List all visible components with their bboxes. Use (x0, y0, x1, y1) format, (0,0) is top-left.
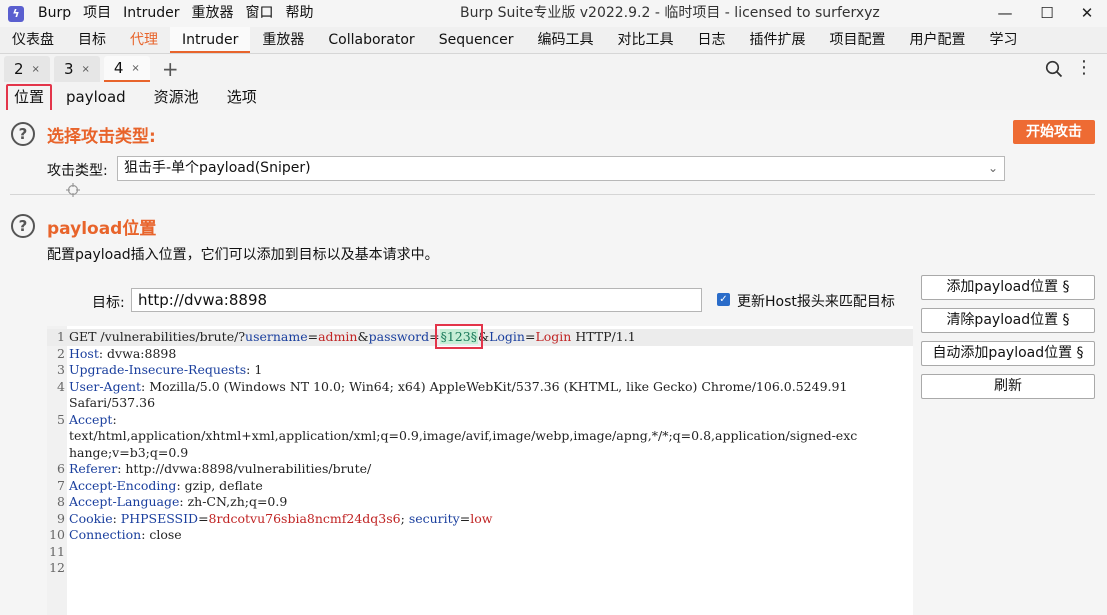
chevron-down-icon: ⌄ (987, 161, 998, 175)
code-line: 5 Accept: (57, 411, 117, 427)
tab-dashboard[interactable]: 仪表盘 (0, 27, 66, 53)
update-host-checkbox[interactable]: ✓ (717, 293, 730, 306)
code-line: 8 Accept-Language: zh-CN,zh;q=0.9 (57, 494, 288, 509)
code-line-wrap: text/html,application/xhtml+xml,applicat… (69, 428, 858, 443)
tab-options[interactable]: 选项 (213, 84, 271, 110)
search-icon[interactable] (1045, 60, 1063, 78)
attack-tab-label: 3 (63, 60, 74, 78)
attack-tab[interactable]: 4 × (103, 56, 150, 82)
code-line: 2 Host: dvwa:8898 (57, 345, 177, 361)
attack-tab-label: 4 (113, 59, 124, 77)
divider (10, 194, 1095, 195)
tab-proxy[interactable]: 代理 (118, 27, 170, 53)
tab-payloads[interactable]: payload (52, 84, 140, 110)
code-line: 4 User-Agent: Mozilla/5.0 (Windows NT 10.… (57, 378, 848, 394)
tab-decoder[interactable]: 编码工具 (526, 27, 606, 53)
intruder-tabs: 位置 payload 资源池 选项 (0, 84, 1107, 112)
update-host-label: 更新Host报头来匹配目标 (737, 294, 895, 310)
request-editor[interactable]: 1 GET /vulnerabilities/brute/?username=ad… (47, 324, 913, 615)
tab-learn[interactable]: 学习 (978, 27, 1030, 53)
auto-payload-positions-button[interactable]: 自动添加payload位置 § (921, 341, 1095, 366)
close-tab-icon[interactable]: × (131, 63, 139, 74)
code-line-wrap: hange;v=b3;q=0.9 (69, 444, 189, 460)
positions-panel: ? 选择攻击类型: 开始攻击 攻击类型: 狙击手-单个payload(Snipe… (0, 110, 1107, 615)
help-icon[interactable]: ? (11, 214, 35, 238)
refresh-button[interactable]: 刷新 (921, 374, 1095, 399)
add-payload-position-button[interactable]: 添加payload位置 § (921, 275, 1095, 300)
clear-payload-positions-button[interactable]: 清除payload位置 § (921, 308, 1095, 333)
close-window-button[interactable]: ✕ (1067, 0, 1107, 27)
close-tab-icon[interactable]: × (32, 64, 40, 75)
help-icon[interactable]: ? (11, 122, 35, 146)
tab-intruder[interactable]: Intruder (170, 27, 251, 53)
code-line: 3 Upgrade-Insecure-Requests: 1 (57, 362, 263, 377)
menu-intruder[interactable]: Intruder (117, 0, 185, 27)
code-line: 9 Cookie: PHPSESSID=8rdcotvu76sbia8ncmf24… (57, 510, 493, 526)
attack-type-title: 选择攻击类型: (47, 127, 156, 147)
code-line: 10 Connection: close (49, 527, 182, 542)
code-line: 6 Referer: http://dvwa:8898/vulnerabiliti… (57, 461, 372, 476)
tab-positions[interactable]: 位置 (6, 84, 53, 112)
attack-type-select[interactable]: 狙击手-单个payload(Sniper) ⌄ (117, 156, 1005, 181)
menu-repeater[interactable]: 重放器 (186, 0, 240, 27)
payload-positions-title: payload位置 (47, 219, 157, 239)
code-line: 11 (49, 543, 65, 559)
tab-collaborator[interactable]: Collaborator (316, 27, 426, 53)
code-line: 12 (49, 560, 65, 575)
tab-logger[interactable]: 日志 (686, 27, 738, 53)
payload-marker[interactable]: §123§ (434, 324, 484, 349)
code-line: 1 GET /vulnerabilities/brute/?username=ad… (47, 324, 913, 349)
tab-resource-pool[interactable]: 资源池 (140, 84, 213, 110)
target-input[interactable]: http://dvwa:8898 (131, 288, 702, 312)
new-tab-icon[interactable]: + (162, 57, 179, 81)
tab-repeater[interactable]: 重放器 (250, 27, 316, 53)
attack-tab-label: 2 (14, 60, 24, 78)
maximize-button[interactable]: ☐ (1027, 0, 1067, 27)
tab-sequencer[interactable]: Sequencer (427, 27, 526, 53)
title-bar: ϟ Burp 项目 Intruder 重放器 窗口 帮助 Burp Suite专… (0, 0, 1107, 27)
window-title: Burp Suite专业版 v2022.9.2 - 临时项目 - license… (460, 5, 880, 21)
payload-positions-description: 配置payload插入位置，它们可以添加到目标以及基本请求中。 (47, 247, 439, 263)
tab-project-options[interactable]: 项目配置 (818, 27, 898, 53)
tab-target[interactable]: 目标 (66, 27, 118, 53)
tool-tabs: 仪表盘 目标 代理 Intruder 重放器 Collaborator Sequ… (0, 27, 1107, 54)
code-line-wrap: Safari/537.36 (69, 395, 156, 410)
request-text: 1 GET /vulnerabilities/brute/?username=ad… (47, 324, 913, 577)
attack-type-value: 狙击手-单个payload(Sniper) (124, 160, 311, 176)
attack-tab[interactable]: 2 × (4, 56, 50, 82)
start-attack-button[interactable]: 开始攻击 (1013, 120, 1095, 144)
tab-comparer[interactable]: 对比工具 (606, 27, 686, 53)
menu-burp[interactable]: Burp (32, 0, 77, 27)
attack-type-label: 攻击类型: (47, 163, 108, 179)
more-options-icon[interactable]: ⋮ (1075, 59, 1093, 77)
menu-window[interactable]: 窗口 (240, 0, 280, 27)
code-line: 7 Accept-Encoding: gzip, deflate (57, 477, 263, 493)
attack-tab[interactable]: 3 × (53, 56, 100, 82)
burp-logo-icon: ϟ (8, 5, 24, 22)
menu-help[interactable]: 帮助 (280, 0, 320, 27)
menu-bar: Burp 项目 Intruder 重放器 窗口 帮助 (32, 0, 320, 27)
attack-tabs: 2 × 3 × 4 × + (0, 54, 1107, 84)
menu-project[interactable]: 项目 (77, 0, 117, 27)
tab-extensions[interactable]: 插件扩展 (738, 27, 818, 53)
tab-user-options[interactable]: 用户配置 (898, 27, 978, 53)
close-tab-icon[interactable]: × (81, 64, 89, 75)
target-label: 目标: (92, 295, 125, 311)
crosshair-icon (66, 183, 80, 197)
minimize-button[interactable]: — (985, 0, 1025, 27)
